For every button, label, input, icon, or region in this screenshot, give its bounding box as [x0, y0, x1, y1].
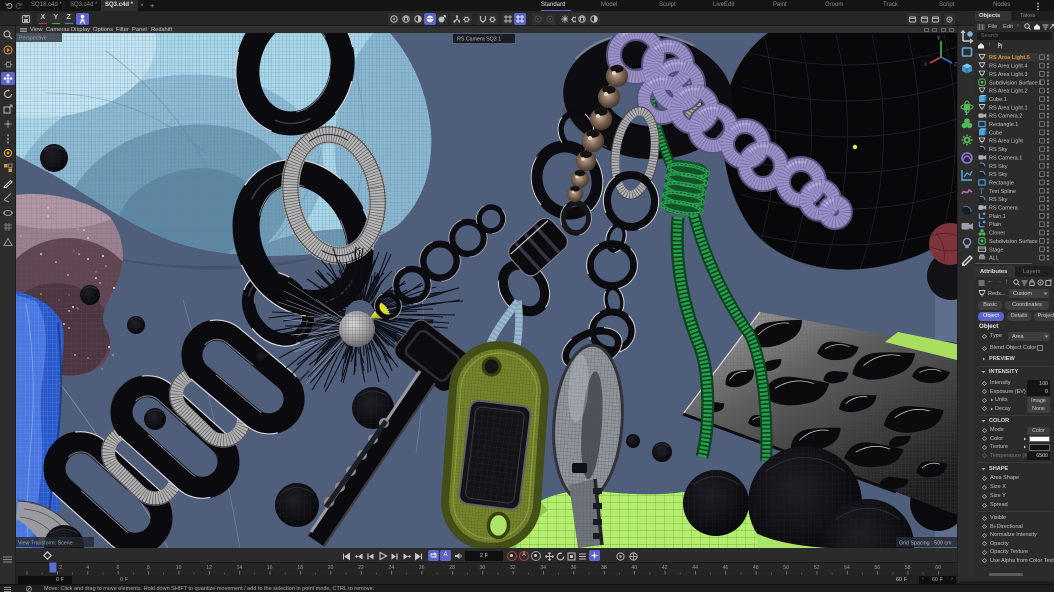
svg-text:Cube.1: Cube.1: [989, 96, 1007, 102]
svg-text:16: 16: [267, 565, 273, 571]
svg-text:30: 30: [480, 565, 486, 571]
svg-text:50: 50: [783, 565, 789, 571]
svg-text:Plain.1: Plain.1: [989, 213, 1006, 219]
svg-text:48: 48: [753, 565, 759, 571]
svg-text:6: 6: [117, 565, 120, 571]
svg-text:RS Area Light.2: RS Area Light.2: [989, 88, 1028, 94]
svg-text:RS Area Light.1: RS Area Light.1: [989, 105, 1028, 111]
svg-text:44: 44: [692, 565, 698, 571]
svg-text:46: 46: [723, 565, 729, 571]
svg-text:58: 58: [905, 565, 911, 571]
svg-text:24: 24: [388, 565, 394, 571]
svg-text:18: 18: [297, 565, 303, 571]
svg-text:34: 34: [540, 565, 546, 571]
svg-text:View Transform: Scene: View Transform: Scene: [18, 541, 73, 547]
svg-text:Grid Spacing : 500 cm: Grid Spacing : 500 cm: [899, 541, 952, 547]
svg-text:12: 12: [206, 565, 212, 571]
svg-text:22: 22: [358, 565, 364, 571]
svg-text:52: 52: [814, 565, 820, 571]
svg-text:56: 56: [874, 565, 880, 571]
svg-text:RS Sky: RS Sky: [989, 172, 1008, 178]
svg-text:T: T: [979, 186, 984, 195]
svg-text:RS Camera.2: RS Camera.2: [989, 113, 1022, 119]
svg-text:RS Area Light.3: RS Area Light.3: [989, 71, 1028, 77]
svg-text:RS Sky: RS Sky: [989, 197, 1008, 203]
svg-text:Rectangle: Rectangle: [989, 180, 1014, 186]
svg-text:20: 20: [328, 565, 334, 571]
svg-text:RS Camera: RS Camera: [989, 205, 1019, 211]
svg-text:Rectangle.1: Rectangle.1: [989, 122, 1018, 128]
svg-text:Cube: Cube: [989, 130, 1002, 136]
svg-text:RS Area Light.5: RS Area Light.5: [989, 55, 1030, 61]
svg-text:RS Camera.1: RS Camera.1: [989, 155, 1022, 161]
svg-text:14: 14: [237, 565, 243, 571]
svg-text:ALL: ALL: [989, 255, 999, 261]
svg-text:40: 40: [631, 565, 637, 571]
svg-text:2: 2: [59, 565, 62, 571]
svg-text:32: 32: [510, 565, 516, 571]
svg-text:RS Camera SQ3 1: RS Camera SQ3 1: [457, 37, 501, 43]
svg-text:RS Sky: RS Sky: [989, 163, 1008, 169]
svg-text:RS Area Light: RS Area Light: [989, 138, 1023, 144]
svg-text:42: 42: [662, 565, 668, 571]
svg-text:38: 38: [601, 565, 607, 571]
svg-text:26: 26: [419, 565, 425, 571]
svg-text:Cloner: Cloner: [989, 230, 1005, 236]
svg-text:4: 4: [86, 565, 89, 571]
svg-text:54: 54: [844, 565, 850, 571]
svg-text:28: 28: [449, 565, 455, 571]
svg-text:Text Spline: Text Spline: [989, 188, 1016, 194]
svg-text:RS Area Light.4: RS Area Light.4: [989, 63, 1028, 69]
svg-text:Stage: Stage: [989, 247, 1003, 253]
svg-text:36: 36: [571, 565, 577, 571]
svg-text:8: 8: [147, 565, 150, 571]
svg-text:RS Sky: RS Sky: [989, 147, 1008, 153]
svg-text:60: 60: [935, 565, 941, 571]
svg-text:Subdivision Surface: Subdivision Surface: [989, 238, 1038, 244]
svg-text:10: 10: [176, 565, 182, 571]
svg-text:Perspective: Perspective: [19, 36, 47, 42]
svg-text:Subdivision Surface.1: Subdivision Surface.1: [989, 80, 1042, 86]
svg-text:Plain: Plain: [989, 222, 1001, 228]
